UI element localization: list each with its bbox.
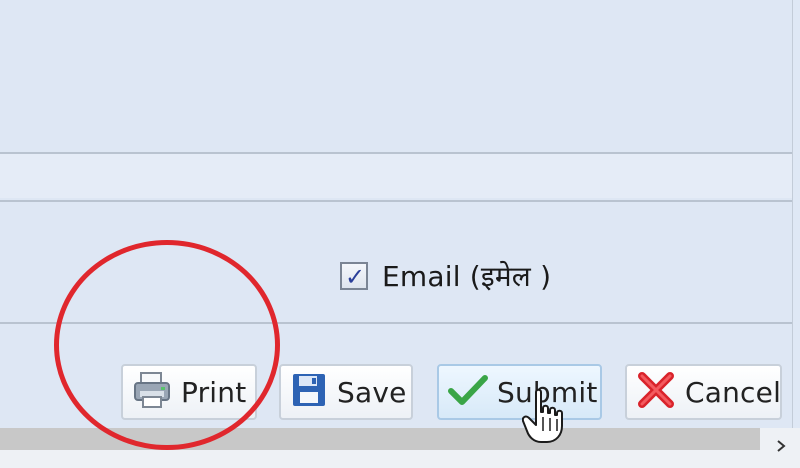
print-button-label: Print bbox=[181, 375, 247, 409]
chevron-right-icon bbox=[773, 438, 789, 458]
save-button-label: Save bbox=[337, 375, 407, 409]
horizontal-scrollbar[interactable] bbox=[0, 428, 800, 468]
print-button[interactable]: Print bbox=[121, 364, 257, 420]
email-label: Email (इमेल ) bbox=[382, 260, 552, 293]
cancel-button-label: Cancel bbox=[685, 375, 782, 409]
scrollbar-track[interactable] bbox=[0, 428, 760, 450]
printer-icon bbox=[131, 369, 173, 415]
upper-form-panel bbox=[0, 0, 792, 152]
form-panel-area: ✓ Email (इमेल ) Print Save Submit Cancel bbox=[0, 0, 793, 428]
cancel-button[interactable]: Cancel bbox=[625, 364, 782, 420]
checkmark-icon: ✓ bbox=[345, 263, 366, 291]
red-x-icon bbox=[635, 369, 677, 415]
email-option[interactable]: ✓ Email (इमेल ) bbox=[340, 258, 551, 294]
email-checkbox[interactable]: ✓ bbox=[340, 262, 368, 290]
save-button[interactable]: Save bbox=[279, 364, 413, 420]
separator-band bbox=[0, 154, 792, 198]
submit-button-label: Submit bbox=[497, 375, 598, 409]
scroll-right-button[interactable] bbox=[762, 428, 800, 468]
floppy-disk-icon bbox=[289, 370, 329, 414]
checkmark-icon bbox=[447, 369, 489, 415]
panel-divider bbox=[0, 322, 792, 324]
submit-button[interactable]: Submit bbox=[437, 364, 602, 420]
